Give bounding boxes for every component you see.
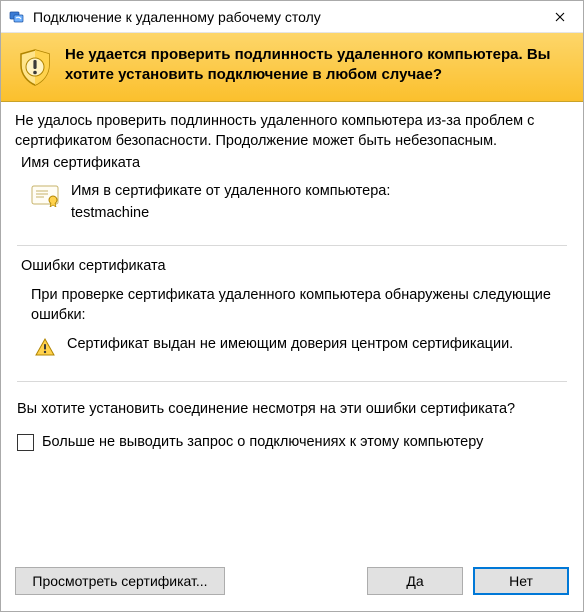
no-button[interactable]: Нет: [473, 567, 569, 595]
certificate-icon: [31, 185, 59, 207]
dialog-window: Подключение к удаленному рабочему столу …: [0, 0, 584, 612]
shield-warning-icon: [15, 47, 55, 87]
error-text: Сертификат выдан не имеющим доверия цент…: [67, 335, 513, 355]
divider: [17, 381, 567, 382]
cert-name-group: Имя в сертификате от удаленного компьюте…: [17, 173, 567, 235]
errors-intro: При проверке сертификата удаленного комп…: [31, 286, 553, 325]
dont-ask-checkbox[interactable]: [17, 434, 34, 451]
yes-button[interactable]: Да: [367, 567, 463, 595]
window-title: Подключение к удаленному рабочему столу: [33, 9, 537, 25]
warning-banner: Не удается проверить подлинность удаленн…: [1, 33, 583, 102]
cert-value: testmachine: [71, 205, 553, 221]
error-item: Сертификат выдан не имеющим доверия цент…: [31, 335, 553, 357]
warning-triangle-icon: [35, 337, 55, 357]
dont-ask-label[interactable]: Больше не выводить запрос о подключениях…: [42, 434, 483, 450]
close-button[interactable]: [537, 1, 583, 32]
view-certificate-button[interactable]: Просмотреть сертификат...: [15, 567, 225, 595]
dialog-footer: Просмотреть сертификат... Да Нет: [1, 567, 583, 611]
explain-text: Не удалось проверить подлинность удаленн…: [15, 112, 569, 151]
divider: [17, 245, 567, 246]
banner-message: Не удается проверить подлинность удаленн…: [65, 45, 569, 84]
cert-label: Имя в сертификате от удаленного компьюте…: [71, 183, 553, 199]
dont-ask-row: Больше не выводить запрос о подключениях…: [17, 434, 567, 451]
confirm-question: Вы хотите установить соединение несмотря…: [17, 400, 567, 420]
dialog-body: Не удалось проверить подлинность удаленн…: [1, 102, 583, 567]
cert-errors-group: При проверке сертификата удаленного комп…: [17, 276, 567, 371]
rdp-app-icon: [9, 9, 25, 25]
titlebar: Подключение к удаленному рабочему столу: [1, 1, 583, 33]
cert-name-group-label: Имя сертификата: [21, 155, 569, 171]
cert-errors-group-label: Ошибки сертификата: [21, 258, 569, 274]
